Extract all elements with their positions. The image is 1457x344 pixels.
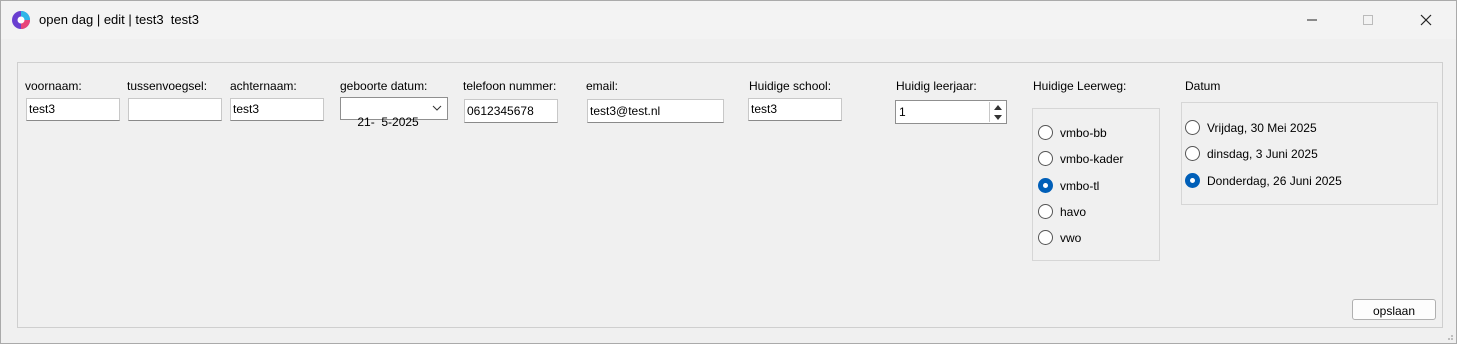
geboortedatum-value: 21- 5-2025 [357,115,419,129]
minimize-icon [1307,19,1317,21]
maximize-icon [1363,15,1373,25]
radio-datum-1[interactable]: Vrijdag, 30 Mei 2025 [1185,120,1317,135]
radio-label: dinsdag, 3 Juni 2025 [1207,146,1318,161]
radio-dot[interactable] [1038,204,1053,219]
radio-label: vmbo-kader [1060,151,1124,166]
close-icon [1420,14,1432,26]
radio-vmbo-kader[interactable]: vmbo-kader [1038,151,1123,166]
save-button[interactable]: opslaan [1352,299,1436,320]
geboortedatum-label: geboorte datum: [340,79,428,93]
leerjaar-spinner[interactable] [989,102,1005,122]
radio-vwo[interactable]: vwo [1038,230,1081,245]
app-window: open dag | edit | test3 test3 voornaam: … [0,0,1457,344]
leerjaar-value: 1 [899,105,906,119]
minimize-button[interactable] [1284,1,1340,39]
radio-datum-2[interactable]: dinsdag, 3 Juni 2025 [1185,146,1318,161]
title-bar: open dag | edit | test3 test3 [1,1,1456,39]
achternaam-field[interactable]: test3 [230,98,324,121]
resize-grip-icon[interactable] [1444,331,1454,341]
leerjaar-label: Huidig leerjaar: [896,79,977,93]
close-button[interactable] [1398,1,1454,39]
radio-label: vmbo-bb [1060,125,1107,140]
school-label: Huidige school: [749,79,832,93]
radio-label: vmbo-tl [1060,178,1100,193]
spin-up-icon[interactable] [990,102,1005,112]
radio-label: vwo [1060,230,1082,245]
school-field[interactable]: test3 [748,98,842,121]
radio-label: Vrijdag, 30 Mei 2025 [1207,120,1317,135]
telefoon-label: telefoon nummer: [463,79,557,93]
chevron-down-icon [432,105,442,111]
radio-dot-selected[interactable] [1185,173,1200,188]
email-label: email: [586,79,619,93]
radio-vmbo-bb[interactable]: vmbo-bb [1038,125,1107,140]
radio-vmbo-tl[interactable]: vmbo-tl [1038,178,1099,193]
radio-label: havo [1060,204,1087,219]
radio-dot[interactable] [1185,120,1200,135]
app-logo-icon [12,11,30,29]
datum-label: Datum [1185,79,1221,93]
radio-datum-3[interactable]: Donderdag, 26 Juni 2025 [1185,173,1342,188]
tussenvoegsel-label: tussenvoegsel: [127,79,208,93]
window-title: open dag | edit | test3 test3 [39,12,199,27]
radio-dot[interactable] [1038,125,1053,140]
radio-dot[interactable] [1038,151,1053,166]
voornaam-label: voornaam: [25,79,82,93]
radio-dot[interactable] [1185,146,1200,161]
spin-down-icon[interactable] [990,112,1005,122]
radio-label: Donderdag, 26 Juni 2025 [1207,173,1342,188]
leerjaar-stepper[interactable]: 1 [895,100,1007,124]
voornaam-field[interactable]: test3 [26,98,120,121]
achternaam-label: achternaam: [230,79,297,93]
radio-dot-selected[interactable] [1038,178,1053,193]
tussenvoegsel-field[interactable] [128,98,222,121]
radio-havo[interactable]: havo [1038,204,1086,219]
telefoon-field[interactable]: 0612345678 [464,99,558,123]
maximize-button[interactable] [1340,1,1396,39]
leerweg-label: Huidige Leerweg: [1033,79,1127,93]
email-field[interactable]: test3@test.nl [587,99,724,123]
radio-dot[interactable] [1038,230,1053,245]
geboortedatum-picker[interactable]: 21- 5-2025 [340,97,448,129]
